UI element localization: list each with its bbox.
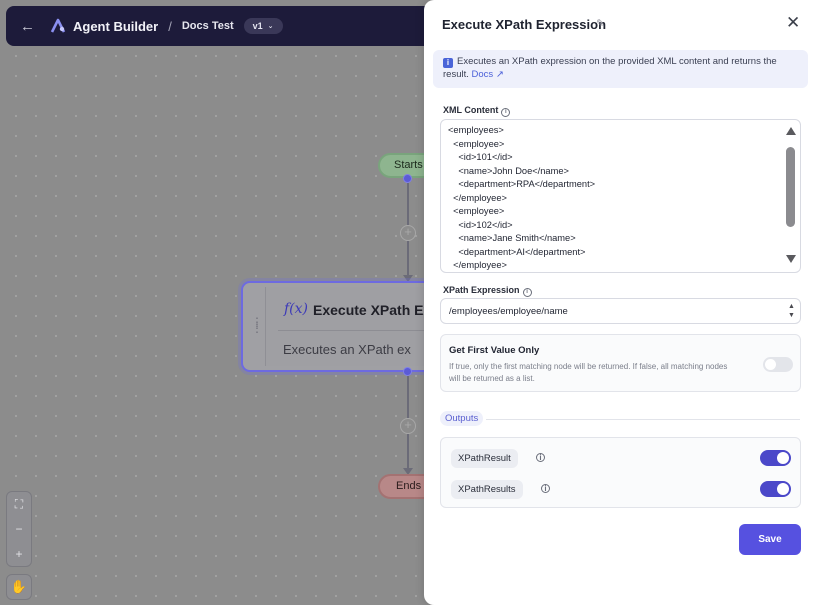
info-circle-icon[interactable]: i [536, 453, 545, 462]
info-circle-icon[interactable]: i [501, 108, 511, 117]
outputs-section-label: Outputs [440, 411, 484, 426]
start-connector-dot[interactable] [403, 174, 412, 183]
scrollbar-thumb[interactable] [786, 147, 795, 227]
add-step-plus-icon[interactable]: + [400, 225, 416, 241]
xpath-expression-label-text: XPath Expression [443, 285, 520, 295]
output-chip-xpathresult: XPathResult [451, 449, 518, 468]
close-icon[interactable]: ✕ [786, 13, 800, 33]
fit-view-icon[interactable]: ⛶ [15, 497, 23, 512]
xpath-expression-input[interactable]: /employees/employee/name [440, 298, 801, 324]
back-arrow-icon[interactable]: ← [20, 18, 35, 35]
first-value-toggle[interactable] [763, 357, 793, 372]
first-value-setting: Get First Value Only If true, only the f… [440, 334, 801, 392]
external-link-icon: ↗ [495, 69, 504, 80]
first-value-title: Get First Value Only [449, 345, 540, 356]
node-output-dot[interactable] [403, 367, 412, 376]
xml-line: <employee> [448, 138, 505, 149]
zoom-in-icon[interactable]: + [15, 547, 22, 561]
node-divider [278, 330, 439, 331]
zoom-controls: ⛶ − + [6, 491, 32, 567]
add-step-plus-icon[interactable]: + [400, 418, 416, 434]
info-circle-icon[interactable]: i [522, 288, 532, 297]
save-button[interactable]: Save [739, 524, 801, 555]
zoom-out-icon[interactable]: − [15, 522, 22, 536]
output-toggle-xpathresults[interactable] [760, 481, 791, 497]
info-icon: i [443, 58, 453, 68]
xml-content-textarea[interactable]: <employees> <employee> <id>101</id> <nam… [440, 119, 801, 273]
panel-title: Execute XPath Expression [442, 17, 607, 32]
output-toggle-xpathresult[interactable] [760, 450, 791, 466]
execute-xpath-node[interactable]: ⋮⋮ ⋮⋮ f(x) Execute XPath Ex Executes an X… [241, 281, 441, 372]
node-title: Execute XPath Ex [313, 302, 432, 318]
version-label: v1 [252, 21, 263, 31]
xml-line: </employee> [448, 192, 507, 203]
agent-builder-logo-icon [50, 18, 66, 33]
toggle-knob [777, 452, 789, 464]
xml-content-label-text: XML Content [443, 105, 499, 115]
version-selector[interactable]: v1 ⌄ [243, 18, 283, 34]
function-icon: f(x) [284, 301, 309, 317]
xpath-expression-label: XPath Expression i [443, 285, 532, 297]
edit-pencil-icon[interactable]: ✎ [596, 17, 605, 30]
node-config-panel: Execute XPath Expression ✎ ✕ i Executes a… [424, 0, 815, 605]
xml-line: <employees> [448, 125, 504, 135]
pan-hand-icon[interactable]: ✋ [6, 574, 32, 600]
scroll-down-arrow-icon[interactable] [786, 255, 796, 263]
xml-line: <id>101</id> [448, 152, 513, 163]
xml-line: <department>RPA</department> [448, 179, 596, 190]
node-description: Executes an XPath ex [283, 342, 411, 357]
xml-line: <department>AI</department> [448, 246, 586, 257]
info-circle-icon[interactable]: i [541, 484, 550, 493]
xml-line: <employee> [448, 206, 505, 217]
xml-line: </employee> [448, 260, 507, 271]
xml-line: <name>Jane Smith</name> [448, 233, 576, 244]
xpath-stepper-icon[interactable]: ▲ ▼ [788, 302, 795, 320]
first-value-description: If true, only the first matching node wi… [449, 362, 728, 383]
toggle-knob [765, 359, 776, 370]
info-banner: i Executes an XPath expression on the pro… [433, 50, 808, 88]
outputs-divider [486, 419, 800, 420]
node-body: f(x) Execute XPath Ex Executes an XPath … [265, 287, 439, 366]
xml-line: <name>John Doe</name> [448, 165, 569, 176]
top-bar: ← Agent Builder / Docs Test v1 ⌄ [6, 6, 446, 46]
xml-line: <id>102</id> [448, 219, 513, 230]
brand-name[interactable]: Agent Builder [73, 19, 158, 34]
toggle-knob [777, 483, 789, 495]
scroll-up-arrow-icon[interactable] [786, 127, 796, 135]
xml-content-label: XML Content i [443, 105, 511, 117]
breadcrumb-separator: / [168, 18, 172, 34]
chevron-down-icon: ⌄ [267, 23, 274, 30]
output-chip-xpathresults: XPathResults [451, 480, 523, 499]
outputs-list: XPathResult i XPathResults i [440, 437, 801, 508]
project-name[interactable]: Docs Test [182, 20, 234, 32]
docs-link[interactable]: Docs ↗ [472, 69, 504, 80]
docs-link-label: Docs [471, 69, 494, 80]
